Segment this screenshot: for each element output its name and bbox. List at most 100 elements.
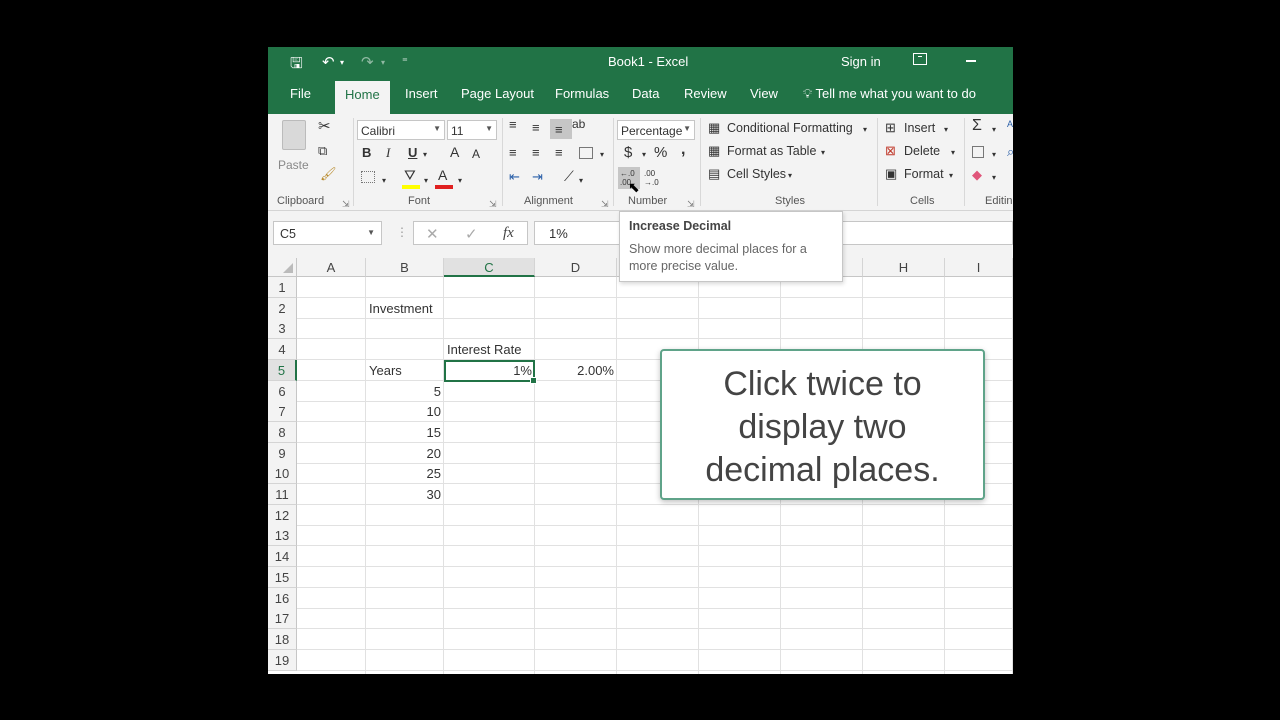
italic-button[interactable]: I	[386, 146, 390, 160]
row-header-10[interactable]: 10	[268, 463, 297, 484]
find-select-icon[interactable]: ⌕	[1007, 145, 1013, 159]
orientation-icon[interactable]: ab	[572, 117, 585, 131]
tab-view[interactable]: View	[750, 86, 778, 101]
fill-color-icon[interactable]: ⛛	[404, 168, 416, 182]
font-color-button[interactable]: A	[438, 168, 447, 182]
insert-cells-icon[interactable]: ⊞	[885, 121, 896, 135]
orientation-rotate-icon[interactable]: ⟋	[564, 169, 574, 183]
fill-icon[interactable]	[972, 146, 984, 158]
accounting-dropdown-icon[interactable]: ▾	[642, 148, 646, 162]
select-all-corner[interactable]	[268, 258, 297, 277]
tab-home[interactable]: Home	[335, 81, 390, 114]
cell-b9[interactable]: 20	[366, 443, 444, 463]
font-size-dropdown[interactable]: 11 ▼	[447, 120, 497, 140]
cell-b11[interactable]: 30	[366, 484, 444, 504]
column-header-b[interactable]: B	[366, 258, 444, 277]
tab-review[interactable]: Review	[684, 86, 727, 101]
row-header-18[interactable]: 18	[268, 629, 297, 650]
cell-b8[interactable]: 15	[366, 422, 444, 442]
insert-function-icon[interactable]: fx	[503, 225, 514, 242]
alignment-launcher-icon[interactable]: ⇲	[601, 197, 609, 211]
middle-align-icon[interactable]: ≡	[532, 121, 540, 135]
top-align-icon[interactable]: ≡	[509, 118, 517, 132]
column-header-d[interactable]: D	[535, 258, 617, 277]
cell-d5[interactable]: 2.00%	[535, 360, 617, 380]
tab-file[interactable]: File	[290, 86, 311, 101]
tell-me-search[interactable]: 💡︎ Tell me what you want to do	[803, 86, 976, 102]
cell-styles-dropdown-icon[interactable]: ▾	[788, 169, 792, 183]
align-left-icon[interactable]: ≡	[509, 146, 517, 160]
insert-cells-button[interactable]: Insert	[904, 121, 935, 135]
bold-button[interactable]: B	[362, 146, 371, 160]
underline-button[interactable]: U	[408, 146, 417, 160]
ribbon-display-options-icon[interactable]	[913, 53, 927, 65]
row-header-5[interactable]: 5	[268, 360, 297, 381]
format-painter-icon[interactable]: 🖌︎	[320, 167, 337, 181]
delete-cells-icon[interactable]: ⊠	[885, 144, 896, 158]
align-center-icon[interactable]: ≡	[532, 146, 540, 160]
enter-icon[interactable]: ✓	[465, 225, 478, 243]
format-as-table-dropdown-icon[interactable]: ▾	[821, 146, 825, 160]
formula-bar-splitter-icon[interactable]: ⋮	[396, 225, 408, 239]
fill-dropdown-icon[interactable]: ▾	[992, 148, 996, 162]
format-as-table-button[interactable]: Format as Table	[727, 144, 816, 158]
autosum-dropdown-icon[interactable]: ▾	[992, 123, 996, 137]
font-name-dropdown[interactable]: Calibri ▼	[357, 120, 445, 140]
bottom-align-icon[interactable]: ≡	[555, 123, 563, 137]
tab-page-layout[interactable]: Page Layout	[461, 86, 534, 101]
clear-icon[interactable]: ◆	[972, 168, 982, 182]
clear-dropdown-icon[interactable]: ▾	[992, 171, 996, 185]
undo-dropdown-icon[interactable]: ▾	[340, 58, 344, 67]
row-header-19[interactable]: 19	[268, 650, 297, 671]
increase-font-size-button[interactable]: A	[450, 145, 459, 159]
row-header-14[interactable]: 14	[268, 546, 297, 567]
row-header-16[interactable]: 16	[268, 588, 297, 609]
row-header-6[interactable]: 6	[268, 381, 297, 402]
row-header-15[interactable]: 15	[268, 567, 297, 588]
copy-icon[interactable]: ⧉	[318, 144, 327, 158]
row-header-17[interactable]: 17	[268, 608, 297, 629]
align-right-icon[interactable]: ≡	[555, 146, 563, 160]
column-header-a[interactable]: A	[297, 258, 366, 277]
row-header-13[interactable]: 13	[268, 525, 297, 546]
tab-insert[interactable]: Insert	[405, 86, 438, 101]
tab-formulas[interactable]: Formulas	[555, 86, 609, 101]
accounting-format-button[interactable]: $	[624, 145, 632, 160]
font-color-dropdown-icon[interactable]: ▾	[458, 174, 462, 188]
conditional-formatting-button[interactable]: Conditional Formatting	[727, 121, 853, 135]
format-cells-icon[interactable]: ▣	[885, 167, 897, 181]
merge-center-icon[interactable]	[579, 147, 593, 159]
increase-indent-icon[interactable]: ⇥	[532, 170, 543, 184]
decrease-indent-icon[interactable]: ⇤	[509, 170, 520, 184]
row-header-1[interactable]: 1	[268, 277, 297, 298]
cell-b6[interactable]: 5	[366, 381, 444, 401]
cut-icon[interactable]: ✂	[318, 119, 331, 134]
conditional-formatting-icon[interactable]: ▦	[708, 121, 720, 135]
row-header-8[interactable]: 8	[268, 422, 297, 443]
name-box[interactable]: C5 ▼	[273, 221, 382, 245]
cell-b7[interactable]: 10	[366, 401, 444, 421]
number-format-dropdown[interactable]: Percentage ▼	[617, 120, 695, 140]
format-as-table-icon[interactable]: ▦	[708, 144, 720, 158]
number-launcher-icon[interactable]: ⇲	[687, 197, 695, 211]
delete-cells-button[interactable]: Delete	[904, 144, 940, 158]
cell-b2[interactable]: Investment	[366, 298, 444, 318]
sign-in-link[interactable]: Sign in	[841, 54, 881, 69]
row-header-2[interactable]: 2	[268, 298, 297, 319]
row-header-7[interactable]: 7	[268, 401, 297, 422]
cancel-icon[interactable]: ✕	[426, 225, 439, 243]
comma-style-button[interactable]: ,	[681, 142, 685, 158]
font-launcher-icon[interactable]: ⇲	[489, 197, 497, 211]
cell-styles-icon[interactable]: ▤	[708, 167, 720, 181]
cell-styles-button[interactable]: Cell Styles	[727, 167, 786, 181]
merge-dropdown-icon[interactable]: ▾	[600, 148, 604, 162]
format-cells-button[interactable]: Format	[904, 167, 944, 181]
clipboard-launcher-icon[interactable]: ⇲	[342, 197, 350, 211]
borders-dropdown-icon[interactable]: ▾	[382, 174, 386, 188]
cell-c4[interactable]: Interest Rate	[444, 339, 535, 359]
percent-style-button[interactable]: %	[654, 145, 667, 160]
column-header-i[interactable]: I	[945, 258, 1013, 277]
column-header-c[interactable]: C	[444, 258, 535, 277]
underline-dropdown-icon[interactable]: ▾	[423, 148, 427, 162]
column-header-h[interactable]: H	[863, 258, 945, 277]
